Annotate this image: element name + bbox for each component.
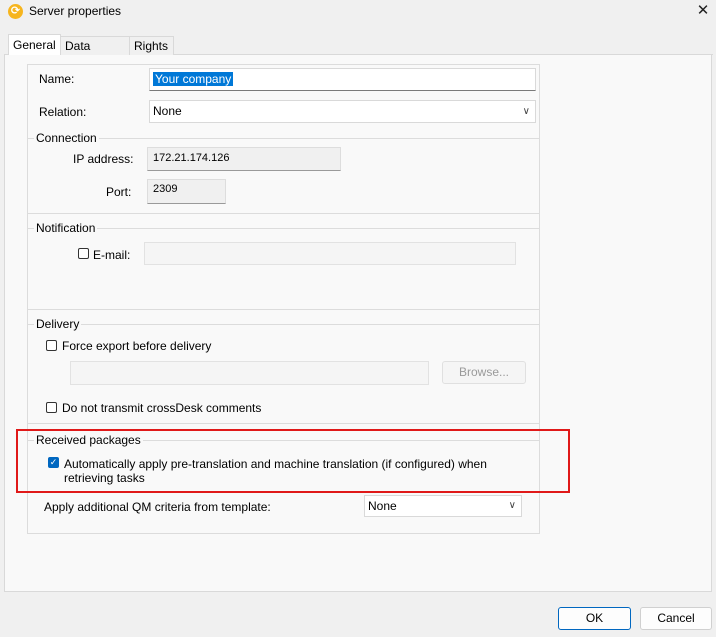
tab-rights[interactable]: Rights [129, 36, 174, 55]
chevron-down-icon: ∨ [522, 106, 530, 117]
relation-select-value: None [153, 104, 182, 118]
force-export-checkbox[interactable] [46, 340, 57, 351]
received-packages-highlight [16, 429, 570, 493]
name-input-value: Your company [153, 72, 234, 86]
port-label: Port: [106, 185, 132, 199]
relation-select[interactable]: None ∨ [149, 100, 536, 123]
name-input[interactable]: Your company [149, 68, 536, 91]
qm-criteria-select-value: None [368, 499, 397, 513]
no-transmit-checkbox[interactable] [46, 402, 57, 413]
no-transmit-label: Do not transmit crossDesk comments [62, 401, 262, 415]
ip-address-label: IP address: [73, 152, 134, 166]
email-field [144, 242, 516, 265]
close-icon[interactable]: ✕ [694, 2, 712, 20]
notification-title: Notification [34, 221, 98, 235]
chevron-down-icon: ∨ [508, 500, 516, 511]
connection-title: Connection [34, 131, 99, 145]
ip-address-field: 172.21.174.126 [147, 147, 341, 171]
tab-data-usage[interactable]: Data usage [60, 36, 130, 71]
email-checkbox[interactable] [78, 248, 89, 259]
name-label: Name: [39, 72, 75, 86]
port-field: 2309 [147, 179, 226, 204]
delivery-path-field [70, 361, 429, 385]
browse-button: Browse... [442, 361, 526, 384]
qm-criteria-label: Apply additional QM criteria from templa… [44, 500, 271, 514]
cancel-button[interactable]: Cancel [640, 607, 712, 630]
tab-general[interactable]: General [8, 34, 61, 55]
window-title: Server properties [29, 4, 122, 18]
notification-group [27, 228, 540, 310]
ok-button[interactable]: OK [558, 607, 631, 630]
email-label: E-mail: [93, 248, 131, 262]
relation-label: Relation: [39, 105, 87, 119]
delivery-title: Delivery [34, 317, 82, 331]
app-icon: ⟳ [8, 4, 23, 19]
qm-criteria-select[interactable]: None ∨ [364, 495, 522, 517]
force-export-label: Force export before delivery [62, 339, 212, 353]
